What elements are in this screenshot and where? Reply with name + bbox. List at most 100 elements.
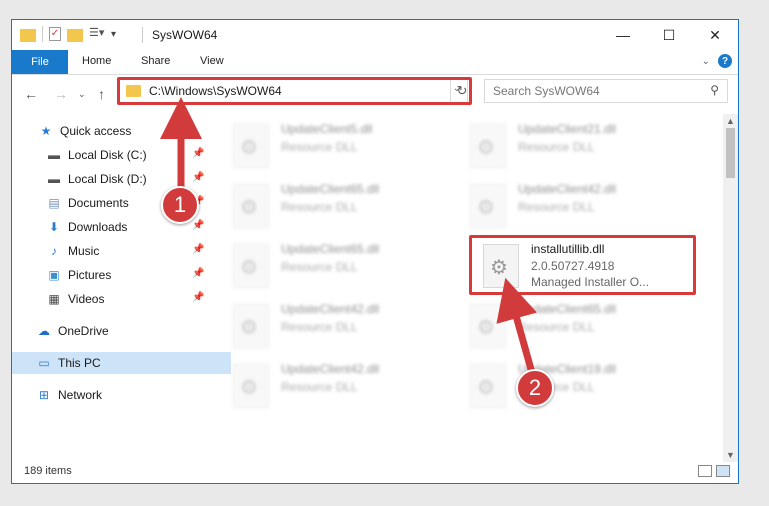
search-input[interactable]: Search SysWOW64 ⚲ (484, 79, 728, 103)
divider (142, 27, 143, 43)
properties-icon[interactable]: ✓ (49, 27, 61, 41)
pin-icon[interactable]: 📌 (192, 172, 204, 183)
sidebar-item-music[interactable]: ♪ Music 📌 (12, 240, 241, 262)
up-icon[interactable]: ↑ (98, 86, 105, 102)
file-description: Resource DLL (281, 200, 358, 214)
scroll-down-icon[interactable]: ▼ (726, 450, 735, 460)
file-name: UpdateClient5.dll (281, 122, 373, 136)
sidebar-item-label: Network (58, 388, 103, 402)
downloads-icon: ⬇ (48, 220, 60, 234)
pictures-icon: ▣ (48, 268, 60, 282)
quick-access-toolbar: ✓ ☰▾ ▾ (20, 26, 116, 42)
back-icon[interactable]: ← (24, 86, 38, 102)
videos-icon: ▦ (48, 292, 60, 306)
window-controls: — ☐ ✕ (600, 20, 738, 50)
file-item[interactable]: UpdateClient5.dll Resource DLL (233, 120, 463, 174)
dll-file-icon (470, 304, 506, 348)
recent-locations-icon[interactable]: ⌄ (78, 89, 86, 100)
search-placeholder: Search SysWOW64 (493, 84, 600, 98)
dll-file-icon (470, 184, 506, 228)
music-icon: ♪ (51, 244, 57, 258)
file-item[interactable]: UpdateClient19.dll Resource DLL (470, 360, 700, 414)
sidebar-item-local-disk-d[interactable]: ▬ Local Disk (D:) 📌 (12, 168, 241, 190)
pc-icon: ▭ (38, 356, 50, 370)
large-icons-view-icon[interactable] (716, 465, 730, 477)
file-item[interactable]: UpdateClient65.dll Resource DLL (233, 240, 463, 294)
tab-file[interactable]: File (12, 50, 68, 74)
drive-icon: ▬ (48, 172, 60, 186)
navigation-pane: ★ Quick access ▬ Local Disk (C:) 📌 ▬ Loc… (12, 114, 231, 462)
vertical-scrollbar[interactable]: ▲ ▼ (723, 114, 738, 462)
tab-share[interactable]: Share (141, 55, 170, 67)
title-bar: ✓ ☰▾ ▾ SysWOW64 — ☐ ✕ (12, 20, 738, 50)
sidebar-item-local-disk-c[interactable]: ▬ Local Disk (C:) 📌 (12, 144, 241, 166)
file-item[interactable]: UpdateClient65.dll Resource DLL (233, 180, 463, 234)
sidebar-item-quick-access[interactable]: ★ Quick access (12, 120, 233, 142)
file-item[interactable]: UpdateClient42.dll Resource DLL (233, 360, 463, 414)
dll-file-icon (233, 244, 269, 288)
pin-icon[interactable]: 📌 (192, 268, 204, 279)
file-description: Resource DLL (518, 200, 595, 214)
tab-view[interactable]: View (200, 55, 224, 67)
file-item[interactable]: UpdateClient42.dll Resource DLL (470, 180, 700, 234)
dll-file-icon (470, 124, 506, 168)
help-icon[interactable]: ? (718, 54, 732, 68)
file-item[interactable]: UpdateClient42.dll Resource DLL (233, 300, 463, 354)
dll-file-icon (233, 364, 269, 408)
sidebar-item-label: Pictures (68, 268, 112, 282)
sidebar-item-documents[interactable]: ▤ Documents 📌 (12, 192, 241, 214)
close-button[interactable]: ✕ (692, 20, 738, 50)
ribbon-tabs: File Home Share View ⌄ ? (12, 50, 738, 75)
scroll-thumb[interactable] (726, 128, 735, 178)
pin-icon[interactable]: 📌 (192, 292, 204, 303)
sidebar-item-network[interactable]: ⊞ Network (12, 384, 231, 406)
file-name: UpdateClient65.dll (281, 242, 380, 256)
sidebar-item-label: OneDrive (58, 324, 109, 338)
dll-file-icon (233, 124, 269, 168)
maximize-button[interactable]: ☐ (646, 20, 692, 50)
search-icon: ⚲ (710, 83, 719, 97)
sidebar-item-pictures[interactable]: ▣ Pictures 📌 (12, 264, 241, 286)
qat-dropdown-icon[interactable]: ▾ (111, 29, 116, 40)
pin-icon[interactable]: 📌 (192, 244, 204, 255)
address-highlight (117, 77, 472, 105)
ribbon-right: ⌄ ? (702, 54, 732, 68)
customize-toolbar-icon[interactable]: ☰▾ (89, 26, 105, 42)
details-view-icon[interactable] (698, 465, 712, 477)
pin-icon[interactable]: 📌 (192, 148, 204, 159)
file-name: UpdateClient42.dll (518, 182, 617, 196)
file-description: Resource DLL (281, 260, 358, 274)
file-description: Resource DLL (281, 380, 358, 394)
sidebar-item-downloads[interactable]: ⬇ Downloads 📌 (12, 216, 241, 238)
expand-ribbon-icon[interactable]: ⌄ (702, 56, 710, 67)
forward-icon[interactable]: → (54, 86, 68, 102)
file-description: Resource DLL (281, 140, 358, 154)
new-folder-icon[interactable] (67, 28, 83, 42)
sidebar-item-label: Videos (68, 292, 105, 306)
sidebar-item-label: Documents (68, 196, 129, 210)
sidebar-item-onedrive[interactable]: ☁ OneDrive (12, 320, 231, 342)
step-2-badge: 2 (516, 369, 554, 407)
minimize-button[interactable]: — (600, 20, 646, 50)
star-icon: ★ (40, 124, 52, 138)
status-bar: 189 items (12, 461, 738, 483)
onedrive-icon: ☁ (38, 324, 50, 338)
pin-icon[interactable]: 📌 (192, 220, 204, 231)
dll-file-icon (470, 364, 506, 408)
tab-home[interactable]: Home (82, 55, 111, 67)
file-item[interactable]: UpdateClient65.dll Resource DLL (470, 300, 700, 354)
file-description: Resource DLL (518, 140, 595, 154)
file-name: UpdateClient21.dll (518, 122, 617, 136)
address-row: ← → ⌄ ↑ C:\Windows\SysWOW64 ⌄ ↻ Search S… (12, 76, 738, 110)
sidebar-item-label: Quick access (60, 124, 132, 138)
folder-icon[interactable] (20, 28, 36, 42)
window-title: SysWOW64 (152, 28, 218, 42)
scroll-up-icon[interactable]: ▲ (726, 116, 735, 126)
sidebar-item-videos[interactable]: ▦ Videos 📌 (12, 288, 241, 310)
file-item[interactable]: UpdateClient21.dll Resource DLL (470, 120, 700, 174)
sidebar-item-label: Local Disk (D:) (68, 172, 147, 186)
dll-file-icon (233, 184, 269, 228)
divider (42, 26, 43, 42)
sidebar-item-this-pc[interactable]: ▭ This PC (12, 352, 231, 374)
sidebar-item-label: Downloads (68, 220, 128, 234)
